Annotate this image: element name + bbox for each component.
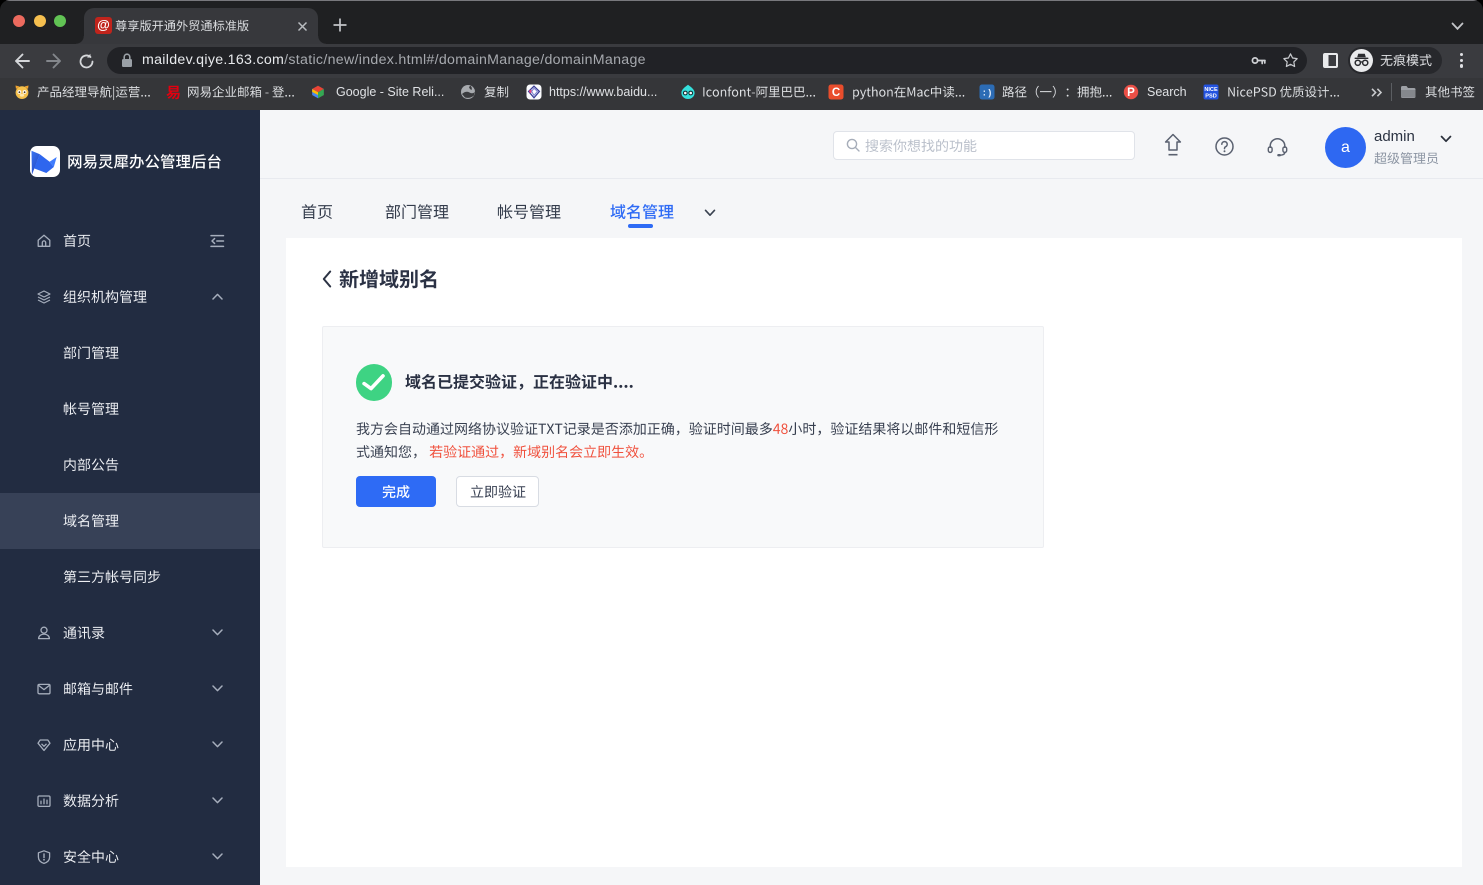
svg-text::): :) <box>981 89 992 99</box>
svg-text:C: C <box>831 87 839 99</box>
svg-text:NICE: NICE <box>1204 87 1218 93</box>
svg-text:PSD: PSD <box>1205 94 1217 100</box>
svg-text:P: P <box>1127 87 1135 99</box>
